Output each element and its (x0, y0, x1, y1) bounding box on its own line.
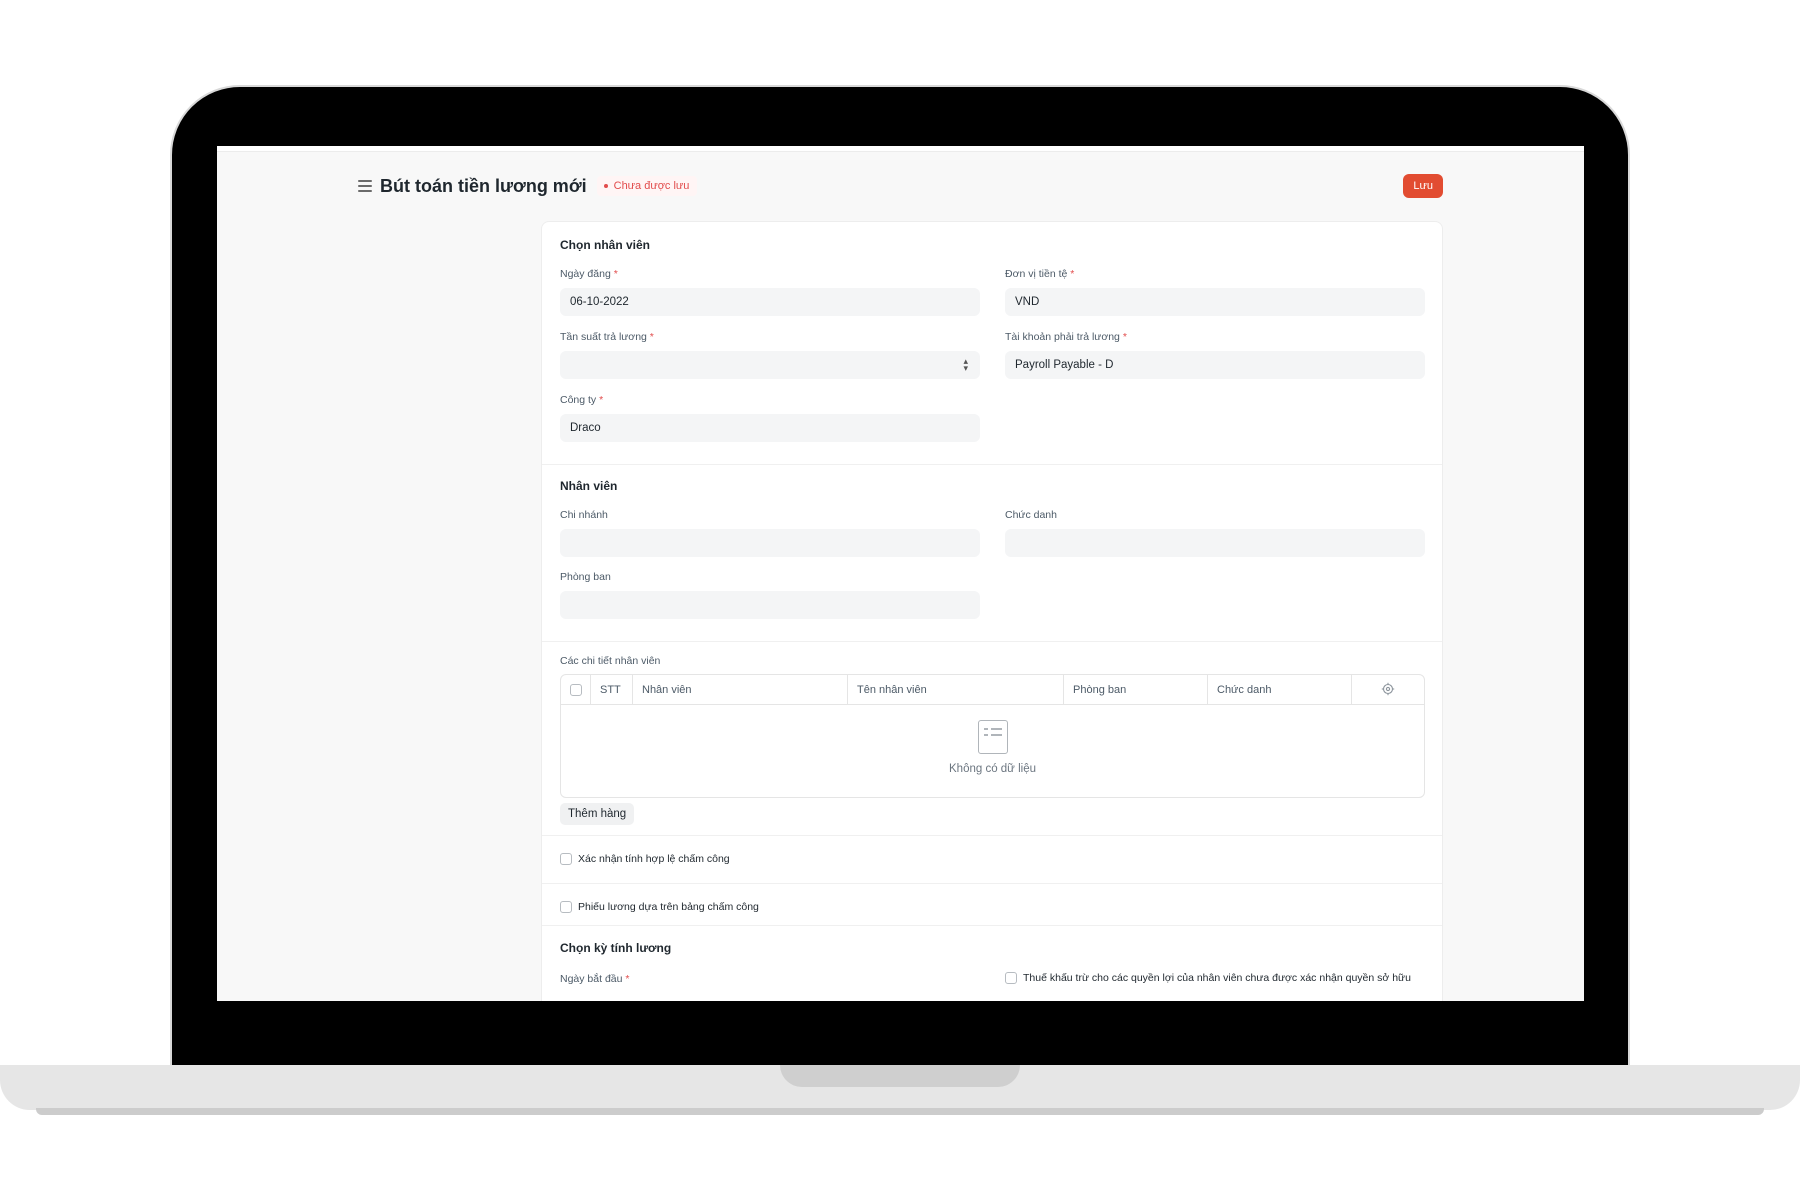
column-header-designation: Chức danh (1208, 675, 1352, 704)
designation-field[interactable] (1005, 529, 1425, 557)
payroll-frequency-label: Tần suất trả lương * (560, 331, 654, 343)
column-header-department: Phòng ban (1064, 675, 1208, 704)
divider (542, 925, 1442, 926)
validate-attendance-row[interactable]: Xác nhận tính hợp lệ chấm công (560, 853, 730, 865)
payable-account-field[interactable]: Payroll Payable - D (1005, 351, 1425, 379)
branch-field[interactable] (560, 529, 980, 557)
column-header-employee: Nhân viên (633, 675, 848, 704)
column-header-index: STT (591, 675, 633, 704)
company-label: Công ty * (560, 394, 604, 406)
department-label: Phòng ban (560, 571, 611, 583)
page-header: Bút toán tiền lương mới Chưa được lưu Lư… (358, 172, 1443, 200)
laptop-notch (780, 1065, 1020, 1087)
table-header: STT Nhân viên Tên nhân viên Phòng ban Ch… (561, 675, 1424, 705)
salary-slip-timesheet-row[interactable]: Phiếu lương dựa trên bảng chấm công (560, 901, 759, 913)
section-title-select-employee: Chọn nhân viên (560, 238, 650, 252)
form-card: Chọn nhân viên Ngày đăng * 06-10-2022 Đơ… (541, 221, 1443, 1001)
payable-account-label: Tài khoản phải trả lương * (1005, 331, 1127, 343)
select-arrows-icon: ▴ ▾ (963, 356, 968, 373)
status-text: Chưa được lưu (613, 180, 690, 192)
table-empty-state: Không có dữ liệu (561, 705, 1424, 797)
select-all-checkbox[interactable] (570, 684, 582, 696)
validate-attendance-label: Xác nhận tính hợp lệ chấm công (578, 853, 730, 865)
page-title: Bút toán tiền lương mới (380, 175, 587, 196)
currency-label: Đơn vị tiền tệ * (1005, 268, 1075, 280)
payroll-frequency-select[interactable]: ▴ ▾ (560, 351, 980, 379)
column-settings-cell (1352, 675, 1424, 704)
department-field[interactable] (560, 591, 980, 619)
status-badge: Chưa được lưu (596, 176, 698, 196)
empty-state-text: Không có dữ liệu (949, 763, 1036, 775)
deduct-tax-checkbox[interactable] (1005, 972, 1017, 984)
branch-label: Chi nhánh (560, 509, 608, 521)
salary-slip-timesheet-checkbox[interactable] (560, 901, 572, 913)
deduct-tax-row[interactable]: Thuế khấu trừ cho các quyền lợi của nhân… (1005, 972, 1411, 984)
save-button[interactable]: Lưu (1403, 174, 1443, 198)
add-row-button[interactable]: Thêm hàng (560, 803, 635, 825)
hamburger-menu-icon[interactable] (358, 180, 372, 192)
start-date-label: Ngày bắt đầu * (560, 973, 630, 985)
section-title-employees: Nhân viên (560, 479, 618, 493)
employee-details-label: Các chi tiết nhân viên (560, 655, 661, 667)
navbar-strip (217, 146, 1584, 152)
divider (542, 641, 1442, 642)
employee-details-table: STT Nhân viên Tên nhân viên Phòng ban Ch… (560, 674, 1425, 798)
salary-slip-timesheet-label: Phiếu lương dựa trên bảng chấm công (578, 901, 759, 913)
select-all-cell (561, 675, 591, 704)
divider (542, 883, 1442, 884)
deduct-tax-label: Thuế khấu trừ cho các quyền lợi của nhân… (1023, 972, 1411, 984)
designation-label: Chức danh (1005, 509, 1057, 521)
gear-icon[interactable] (1381, 682, 1395, 696)
section-title-payroll-period: Chọn kỳ tính lương (560, 941, 672, 955)
validate-attendance-checkbox[interactable] (560, 853, 572, 865)
divider (542, 835, 1442, 836)
laptop-base-shadow (36, 1108, 1764, 1115)
divider (542, 464, 1442, 465)
column-header-employee-name: Tên nhân viên (848, 675, 1064, 704)
screen: Bút toán tiền lương mới Chưa được lưu Lư… (217, 146, 1584, 1001)
status-dot-icon (603, 184, 608, 188)
posting-date-label: Ngày đăng * (560, 268, 618, 280)
posting-date-field[interactable]: 06-10-2022 (560, 288, 980, 316)
currency-field[interactable]: VND (1005, 288, 1425, 316)
empty-list-icon (978, 720, 1008, 754)
company-field[interactable]: Draco (560, 414, 980, 442)
